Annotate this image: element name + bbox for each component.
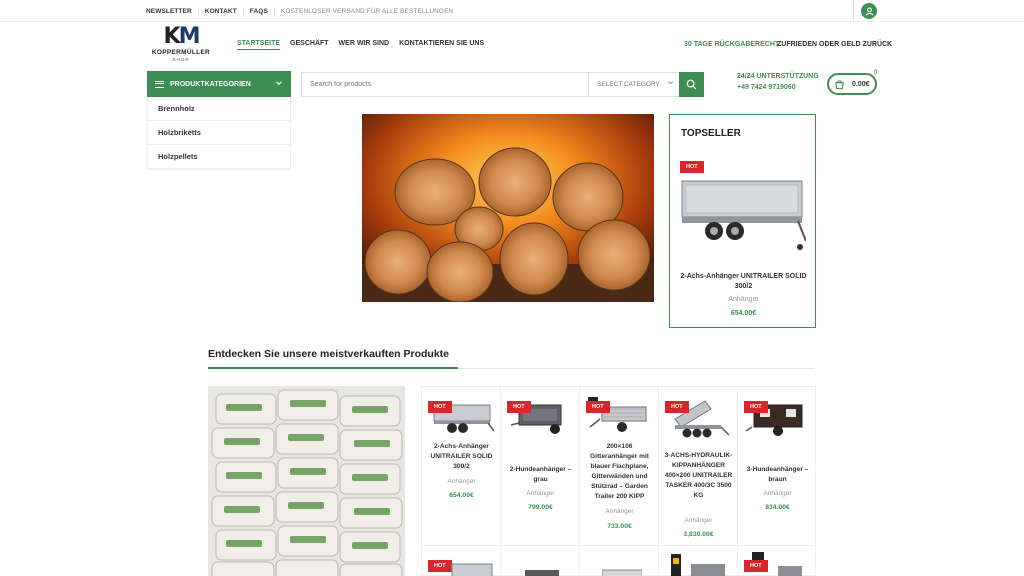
product-card[interactable]	[580, 546, 659, 576]
kontakt-link[interactable]: KONTAKT	[199, 7, 244, 15]
hot-badge: HOT	[744, 560, 768, 572]
logo-name: KOPPERMÜLLER	[151, 49, 211, 56]
product-category[interactable]: Anhänger	[584, 508, 655, 515]
product-price: 654.00€	[449, 492, 474, 499]
menu-icon	[155, 80, 164, 88]
section-divider	[208, 367, 815, 369]
topseller-widget: TOPSELLER HOT 2-Achs-Anhänger UNITRAILER…	[669, 114, 816, 328]
support-info: 24/24 UNTERSTÜTZUNG +49 7424 9719060	[737, 73, 819, 91]
product-category[interactable]: Anhänger	[426, 478, 497, 485]
product-name[interactable]: 3-ACHS-HYDRAULIK-KIPPANHÄNGER 400×200 UN…	[663, 451, 734, 501]
hot-badge: HOT	[744, 401, 768, 413]
product-category[interactable]: Anhänger	[663, 517, 734, 524]
product-card[interactable]: HOT 2-Achs-Anhänger UNITRAILER SOLID 300…	[422, 387, 501, 545]
product-categories-button[interactable]: PRODUKTKATEGORIEN	[147, 71, 291, 97]
category-select[interactable]: SELECT CATEGORY	[588, 73, 681, 96]
nav-geschaeft[interactable]: GESCHÄFT	[290, 40, 329, 50]
pellet-bags-image[interactable]	[208, 386, 405, 576]
money-back-link[interactable]: ZUFRIEDEN ODER GELD ZURÜCK	[777, 41, 892, 48]
product-card[interactable]: HOT 3-Hundeanhänger – braun Anhänger 834…	[738, 387, 817, 545]
nav-kontakt[interactable]: KONTAKTIEREN SIE UNS	[399, 40, 484, 50]
product-card[interactable]: HOT 200×106 Gitteranhänger mit blauer Fl…	[580, 387, 659, 545]
product-grid: HOT 2-Achs-Anhänger UNITRAILER SOLID 300…	[421, 386, 817, 576]
product-card[interactable]: HOT 2-Hundeanhänger – grau Anhänger 799.…	[501, 387, 580, 545]
hot-badge: HOT	[665, 401, 689, 413]
category-holzpellets[interactable]: Holzpellets	[148, 145, 290, 169]
main-nav: STARTSEITE GESCHÄFT WER WIR SIND KONTAKT…	[237, 40, 494, 50]
support-title: 24/24 UNTERSTÜTZUNG	[737, 73, 819, 80]
product-category[interactable]: Anhänger	[505, 490, 576, 497]
chevron-down-icon	[275, 79, 283, 89]
product-name[interactable]: 2-Hundeanhänger – grau	[505, 465, 576, 485]
product-card[interactable]	[501, 546, 580, 576]
product-category[interactable]: Anhänger	[742, 490, 813, 497]
product-row-2: HOT HOT	[422, 545, 817, 576]
hot-badge: HOT	[428, 560, 452, 572]
category-brennholz[interactable]: Brennholz	[148, 97, 290, 121]
topseller-product-price: 654.00€	[730, 310, 757, 317]
nav-wer-wir-sind[interactable]: WER WIR SIND	[339, 40, 390, 50]
search-button[interactable]	[679, 72, 704, 97]
category-list: Brennholz Holzbriketts Holzpellets	[147, 97, 291, 170]
search-input[interactable]	[302, 73, 588, 96]
hot-badge: HOT	[428, 401, 452, 413]
product-card[interactable]	[659, 546, 738, 576]
shipping-promo: KOSTENLOSER VERSAND FÜR ALLE BESTELLUNGE…	[280, 7, 454, 15]
topseller-product-image[interactable]	[680, 161, 807, 271]
category-select-value: SELECT CATEGORY	[597, 81, 660, 88]
nav-startseite[interactable]: STARTSEITE	[237, 40, 281, 50]
faqs-link[interactable]: FAQS	[244, 7, 275, 15]
section-title: Entdecken Sie unsere meistverkauften Pro…	[208, 348, 450, 360]
product-card[interactable]: HOT	[422, 546, 501, 576]
cart-button[interactable]: 0.00€ 0	[827, 70, 878, 95]
hero-firewood-image[interactable]	[362, 114, 654, 302]
newsletter-link[interactable]: NEWSLETTER	[146, 7, 199, 15]
chevron-down-icon	[667, 73, 674, 96]
product-name[interactable]: 200×106 Gitteranhänger mit blauer Flachp…	[584, 442, 655, 502]
product-price: 3,830.00€	[683, 531, 714, 538]
product-card[interactable]: HOT 3-ACHS-HYDRAULIK-KIPPANHÄNGER 400×20…	[659, 387, 738, 545]
support-phone[interactable]: +49 7424 9719060	[737, 84, 819, 91]
product-price: 799.00€	[528, 504, 553, 511]
search-bar: SELECT CATEGORY	[301, 72, 680, 97]
product-card[interactable]: HOT	[738, 546, 817, 576]
site-logo[interactable]: KM KOPPERMÜLLER SHOP	[147, 25, 215, 66]
product-name[interactable]: 3-Hundeanhänger – braun	[742, 465, 813, 485]
hot-badge: HOT	[586, 401, 610, 413]
topseller-product-name[interactable]: 2-Achs-Anhänger UNITRAILER SOLID 300/2	[676, 272, 811, 292]
cart-icon	[830, 75, 848, 93]
product-price: 834.00€	[765, 504, 790, 511]
logo-sub: SHOP	[172, 57, 190, 62]
topseller-product-category[interactable]: Anhänger	[676, 296, 811, 303]
product-categories-label: PRODUKTKATEGORIEN	[170, 80, 251, 88]
logo-mark: KM	[163, 24, 201, 49]
cart-count: 0	[874, 70, 878, 76]
cart-total: 0.00€	[852, 80, 870, 88]
search-icon	[686, 79, 697, 90]
divider	[853, 0, 854, 22]
product-price: 733.00€	[607, 523, 632, 530]
category-holzbriketts[interactable]: Holzbriketts	[148, 121, 290, 145]
hot-badge: HOT	[680, 161, 704, 173]
product-name[interactable]: 2-Achs-Anhänger UNITRAILER SOLID 300/2	[426, 442, 497, 472]
topseller-heading: TOPSELLER	[681, 128, 741, 139]
top-bar: NEWSLETTER KONTAKT FAQS KOSTENLOSER VERS…	[0, 0, 1024, 22]
top-links: NEWSLETTER KONTAKT FAQS KOSTENLOSER VERS…	[146, 0, 459, 22]
account-button[interactable]	[861, 3, 877, 19]
return-policy-link[interactable]: 30 TAGE RÜCKGABERECHT	[684, 41, 779, 48]
user-icon	[865, 7, 873, 16]
hot-badge: HOT	[507, 401, 531, 413]
